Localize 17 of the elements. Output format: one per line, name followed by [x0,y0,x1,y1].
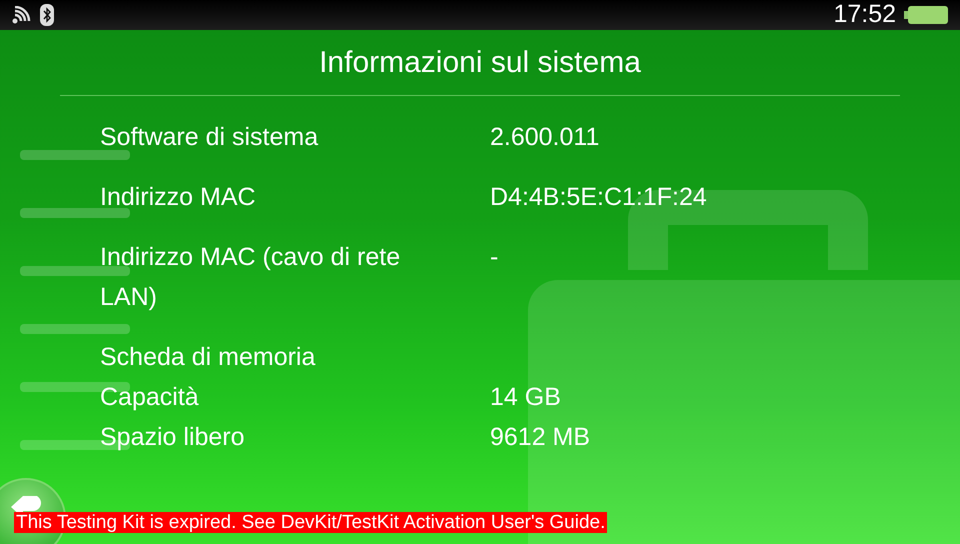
info-label: Software di sistema [100,122,320,153]
info-label: Indirizzo MAC [100,182,257,213]
info-label: Indirizzo MAC (cavo di rete LAN) [100,242,402,313]
info-value: - [490,242,498,273]
wifi-icon [12,6,32,24]
info-value: 2.600.011 [490,122,600,153]
info-value: 9612 MB [490,422,590,453]
expired-warning-banner: This Testing Kit is expired. See DevKit/TestKit Activation User's Guide. [14,512,608,533]
info-label: Capacità [100,382,200,413]
info-label: Spazio libero [100,422,246,453]
bluetooth-icon [40,4,54,26]
info-label: Scheda di memoria [100,342,316,373]
clock-time: 17:52 [833,0,896,30]
info-value: D4:4B:5E:C1:1F:24 [490,182,707,213]
battery-icon [904,5,948,25]
info-value: 14 GB [490,382,561,413]
page-title: Informazioni sul sistema [319,45,641,81]
